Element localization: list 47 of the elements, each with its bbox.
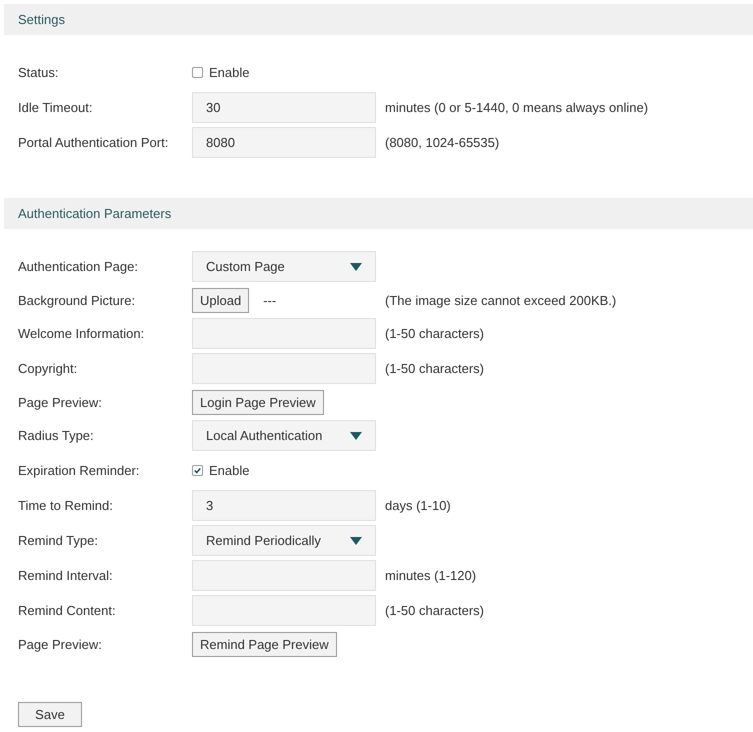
save-button[interactable]: Save xyxy=(18,702,82,727)
field-label: Page Preview: xyxy=(18,636,103,652)
input-field[interactable] xyxy=(192,353,376,384)
checkbox-label: Enable xyxy=(209,65,250,80)
field-label: Portal Authentication Port: xyxy=(18,135,170,150)
input-field[interactable] xyxy=(192,560,376,591)
field-label: Copyright: xyxy=(18,361,78,376)
checkbox[interactable] xyxy=(192,465,203,476)
field-label: Page Preview: xyxy=(18,394,103,410)
hint-text: (8080, 1024-65535) xyxy=(384,135,500,150)
input-field[interactable] xyxy=(192,318,376,349)
section-title: Settings xyxy=(18,12,65,27)
file-name: --- xyxy=(263,292,276,308)
dropdown[interactable]: Local Authentication xyxy=(192,420,376,451)
field-label: Remind Type: xyxy=(18,533,99,548)
checkbox-label: Enable xyxy=(209,463,250,478)
field-label: Remind Interval: xyxy=(18,568,114,583)
dropdown-arrow-icon xyxy=(350,432,362,440)
hint-text: (1-50 characters) xyxy=(384,603,485,618)
hint-text: (1-50 characters) xyxy=(384,326,485,341)
dropdown-arrow-icon xyxy=(350,536,362,544)
field-label: Idle Timeout: xyxy=(18,100,94,115)
field-label: Radius Type: xyxy=(18,428,95,443)
field-label: Authentication Page: xyxy=(18,259,139,274)
section-title: Authentication Parameters xyxy=(18,206,172,221)
field-label: Background Picture: xyxy=(18,292,136,308)
field-label: Time to Remind: xyxy=(18,498,114,513)
upload-button[interactable]: Upload xyxy=(192,288,250,312)
input-field[interactable]: 8080 xyxy=(192,127,376,158)
input-field[interactable]: 30 xyxy=(192,92,376,123)
preview-button[interactable]: Remind Page Preview xyxy=(192,632,337,656)
hint-text: (1-50 characters) xyxy=(384,361,485,376)
input-field[interactable] xyxy=(192,595,376,626)
hint-text: minutes (1-120) xyxy=(384,568,478,583)
dropdown[interactable]: Remind Periodically xyxy=(192,525,376,556)
hint-text: (The image size cannot exceed 200KB.) xyxy=(384,292,618,308)
dropdown-arrow-icon xyxy=(350,262,362,270)
dropdown[interactable]: Custom Page xyxy=(192,251,376,282)
field-label: Status: xyxy=(18,65,60,80)
preview-button[interactable]: Login Page Preview xyxy=(192,390,324,414)
field-label: Welcome Information: xyxy=(18,326,146,341)
input-field[interactable]: 3 xyxy=(192,490,376,521)
hint-text: minutes (0 or 5-1440, 0 means always online) xyxy=(384,100,650,115)
field-label: Remind Content: xyxy=(18,603,117,618)
hint-text: days (1-10) xyxy=(384,498,452,513)
checkbox[interactable] xyxy=(192,67,203,78)
field-label: Expiration Reminder: xyxy=(18,463,140,478)
